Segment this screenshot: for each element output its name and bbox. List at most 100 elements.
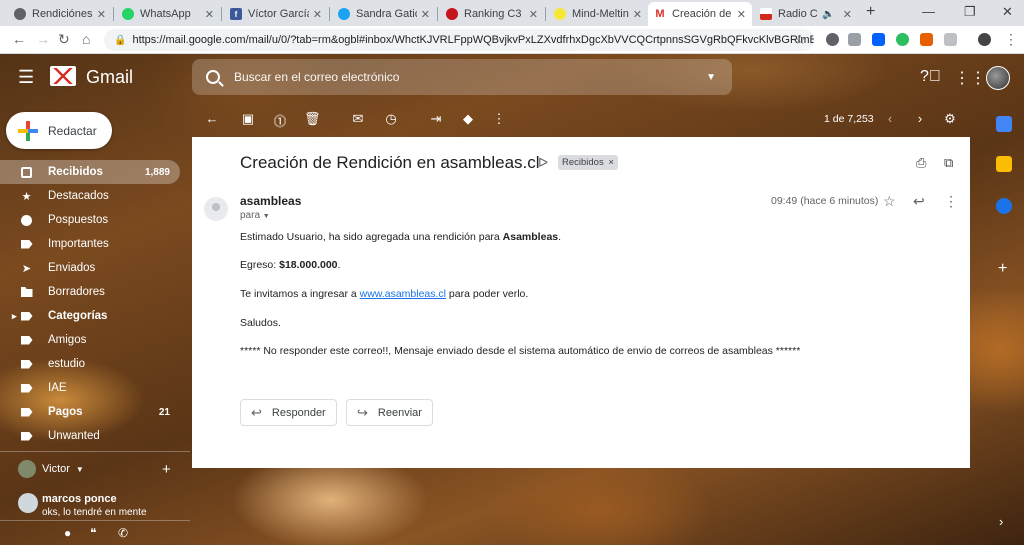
- browser-tab[interactable]: Ranking C3 de ✕: [440, 2, 544, 26]
- sidebar-item-amigos[interactable]: Amigos: [0, 328, 180, 352]
- email-subject: Creación de Rendición en asambleas.cl: [240, 153, 540, 172]
- browser-tab[interactable]: f Víctor García G ✕: [224, 2, 328, 26]
- url-field[interactable]: 🔒 https://mail.google.com/mail/u/0/?tab=…: [104, 29, 814, 51]
- back-icon[interactable]: ←: [12, 31, 26, 47]
- important-icon: [20, 238, 33, 251]
- print-icon[interactable]: ⎙: [916, 155, 926, 171]
- twitter-icon: [338, 8, 350, 20]
- gmail-header: ☰ Gmail ▼ ?⃝ ⋮⋮: [0, 54, 1024, 102]
- close-tab-icon[interactable]: ✕: [97, 8, 106, 21]
- add-addon-icon[interactable]: +: [998, 260, 1007, 278]
- open-new-window-icon[interactable]: ⧉: [944, 155, 953, 171]
- sidebar-item-iae[interactable]: IAE: [0, 376, 180, 400]
- close-tab-icon[interactable]: ✕: [529, 8, 538, 21]
- dropbox-icon[interactable]: [872, 33, 885, 46]
- forward-button[interactable]: ↪ Reenviar: [346, 399, 433, 426]
- mark-unread-icon[interactable]: ✉: [350, 111, 366, 127]
- sidebar-item-inbox[interactable]: Recibidos 1,889: [0, 160, 180, 184]
- chevron-down-icon: ▼: [75, 464, 84, 474]
- body-disclaimer: ***** No responder este correo!!, Mensaj…: [240, 345, 801, 357]
- delete-icon[interactable]: 🗑: [304, 111, 321, 127]
- apps-grid-icon[interactable]: ⋮⋮: [954, 68, 986, 88]
- labels-icon[interactable]: ◆: [460, 111, 476, 127]
- account-avatar[interactable]: [986, 66, 1010, 90]
- browser-tab[interactable]: Rendiciónes ✕: [8, 2, 112, 26]
- hangouts-icon[interactable]: ❝: [90, 526, 96, 540]
- asambleas-link[interactable]: www.asambleas.cl: [360, 288, 446, 300]
- label-chip[interactable]: Recibidos ×: [558, 155, 618, 170]
- extension-icon[interactable]: [848, 33, 861, 46]
- sidebar-item-pagos[interactable]: Pagos 21: [0, 400, 180, 424]
- forward-icon[interactable]: →: [36, 31, 50, 47]
- sidebar-item-estudio[interactable]: estudio: [0, 352, 180, 376]
- snooze-icon[interactable]: ◷: [383, 111, 399, 127]
- browser-tab[interactable]: Sandra Gatica ✕: [332, 2, 436, 26]
- keep-icon[interactable]: [996, 156, 1012, 172]
- help-icon[interactable]: ?⃝: [920, 68, 941, 86]
- search-icon[interactable]: [206, 70, 220, 84]
- extension-icon[interactable]: [826, 33, 839, 46]
- reply-button[interactable]: ↩ Responder: [240, 399, 337, 426]
- close-window-icon[interactable]: ✕: [1002, 4, 1013, 20]
- recipient-details[interactable]: para ▼: [240, 210, 270, 221]
- search-input[interactable]: [234, 70, 707, 84]
- close-tab-icon[interactable]: ✕: [313, 8, 322, 21]
- close-tab-icon[interactable]: ✕: [737, 8, 746, 21]
- new-tab-button[interactable]: +: [866, 3, 875, 21]
- star-icon[interactable]: ☆: [883, 193, 896, 210]
- reply-icon[interactable]: ↩: [913, 193, 925, 210]
- settings-gear-icon[interactable]: ⚙: [942, 111, 958, 127]
- sidebar-item-drafts[interactable]: Borradores: [0, 280, 180, 304]
- evernote-icon[interactable]: [896, 33, 909, 46]
- archive-icon[interactable]: ▣: [240, 111, 256, 127]
- browser-tab[interactable]: WhatsApp ✕: [116, 2, 220, 26]
- phone-icon[interactable]: ✆: [118, 526, 128, 540]
- compose-button[interactable]: Redactar: [6, 112, 112, 149]
- browser-tab-active[interactable]: M Creación de R ✕: [648, 2, 752, 26]
- extension-icon[interactable]: [944, 33, 957, 46]
- remove-label-icon[interactable]: ×: [608, 157, 614, 168]
- expand-panel-icon[interactable]: ›: [999, 514, 1003, 529]
- older-icon[interactable]: ›: [912, 111, 928, 126]
- close-tab-icon[interactable]: ✕: [205, 8, 214, 21]
- tasks-icon[interactable]: [996, 198, 1012, 214]
- calendar-icon[interactable]: [996, 116, 1012, 132]
- important-marker-icon[interactable]: ᐅ: [538, 155, 548, 171]
- sidebar-item-starred[interactable]: ★ Destacados: [0, 184, 180, 208]
- back-to-inbox-icon[interactable]: ←: [204, 111, 220, 126]
- move-to-icon[interactable]: ⇥: [428, 111, 444, 127]
- main-menu-icon[interactable]: ☰: [18, 68, 34, 86]
- sidebar-item-sent[interactable]: ➤ Enviados: [0, 256, 180, 280]
- more-options-icon[interactable]: ⋮: [491, 111, 507, 127]
- gmail-logo-icon[interactable]: [50, 66, 76, 86]
- search-options-icon[interactable]: ▼: [706, 72, 716, 83]
- sender-avatar[interactable]: [204, 197, 228, 221]
- browser-tab[interactable]: Mind-Melting ✕: [548, 2, 648, 26]
- speaker-icon[interactable]: 🔈: [822, 9, 834, 20]
- menu-dots-icon[interactable]: ⋮: [1004, 31, 1018, 48]
- extension-icon[interactable]: [920, 33, 933, 46]
- new-conversation-button[interactable]: +: [162, 461, 171, 478]
- browser-tab[interactable]: Radio CO 🔈 ✕: [754, 2, 858, 26]
- sidebar-item-unwanted[interactable]: Unwanted: [0, 424, 180, 448]
- person-icon[interactable]: ●: [64, 526, 71, 540]
- profile-icon[interactable]: [978, 33, 991, 46]
- bookmark-star-icon[interactable]: ☆: [794, 32, 806, 48]
- sender-name[interactable]: asambleas: [240, 194, 301, 208]
- star-icon: ★: [21, 190, 32, 203]
- more-options-icon[interactable]: ⋮: [944, 193, 958, 210]
- sidebar-item-categories[interactable]: ▸ Categorías: [0, 304, 180, 328]
- reply-icon: ↩: [251, 404, 262, 420]
- sidebar-item-important[interactable]: Importantes: [0, 232, 180, 256]
- home-icon[interactable]: ⌂: [82, 31, 90, 47]
- report-spam-icon[interactable]: ⓵: [272, 111, 288, 130]
- minimize-icon[interactable]: —: [922, 4, 935, 19]
- close-tab-icon[interactable]: ✕: [843, 8, 852, 21]
- sidebar-item-snoozed[interactable]: Pospuestos: [0, 208, 180, 232]
- reload-icon[interactable]: ↻: [58, 31, 70, 48]
- expand-icon[interactable]: ▸: [12, 311, 17, 322]
- restore-icon[interactable]: ❐: [964, 4, 976, 20]
- close-tab-icon[interactable]: ✕: [633, 8, 642, 21]
- close-tab-icon[interactable]: ✕: [421, 8, 430, 21]
- newer-icon[interactable]: ‹: [882, 111, 898, 126]
